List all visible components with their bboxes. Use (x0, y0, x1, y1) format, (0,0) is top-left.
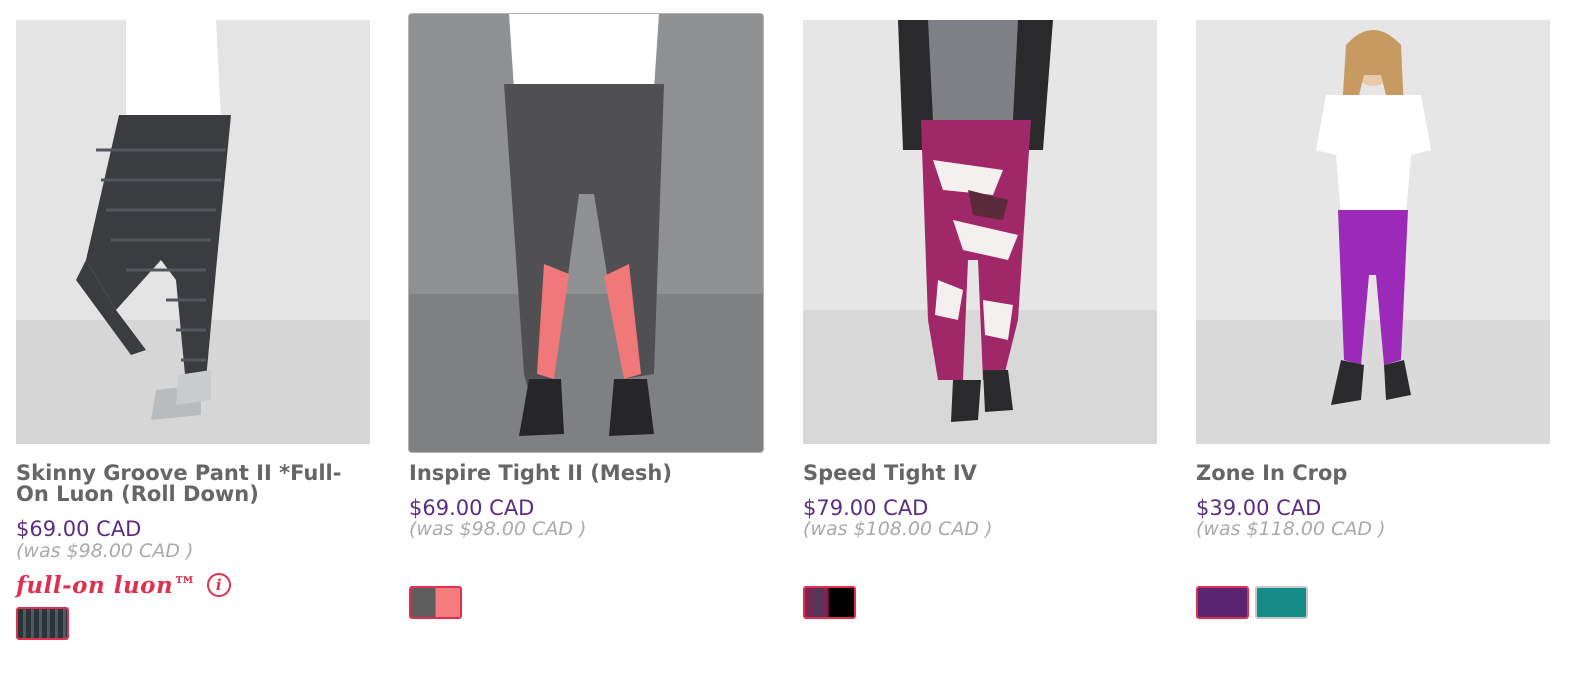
color-swatches (1196, 586, 1308, 619)
product-card: Speed Tight IV $79.00 CAD (was $108.00 C… (803, 0, 1157, 676)
color-swatches (803, 586, 856, 619)
fabric-label: full-on luon™ (16, 571, 197, 599)
color-swatches (409, 586, 462, 619)
purple-swatch[interactable] (1196, 586, 1249, 619)
heathered-grey-coral-swatch[interactable] (409, 586, 462, 619)
sale-price: $79.00 CAD (803, 496, 929, 520)
original-price: (was $108.00 CAD ) (803, 518, 993, 540)
fabric-tag: full-on luon™ i (16, 569, 231, 601)
color-swatches (16, 607, 69, 640)
product-name[interactable]: Inspire Tight II (Mesh) (409, 463, 763, 484)
info-icon[interactable]: i (206, 573, 231, 597)
product-image[interactable] (409, 14, 763, 452)
product-grid: Skinny Groove Pant II *Full-On Luon (Rol… (0, 0, 1594, 676)
sale-price: $39.00 CAD (1196, 496, 1322, 520)
original-price: (was $98.00 CAD ) (409, 518, 587, 540)
product-image[interactable] (803, 20, 1157, 444)
product-card: Zone In Crop $39.00 CAD (was $118.00 CAD… (1196, 0, 1550, 676)
product-card: Skinny Groove Pant II *Full-On Luon (Rol… (16, 0, 370, 676)
original-price: (was $118.00 CAD ) (1196, 518, 1386, 540)
sale-price: $69.00 CAD (409, 496, 535, 520)
product-name[interactable]: Speed Tight IV (803, 463, 1157, 484)
product-image[interactable] (16, 20, 370, 444)
teal-swatch[interactable] (1255, 586, 1308, 619)
product-card: Inspire Tight II (Mesh) $69.00 CAD (was … (409, 0, 763, 676)
print-black-swatch[interactable] (803, 586, 856, 619)
product-name[interactable]: Zone In Crop (1196, 463, 1550, 484)
product-image[interactable] (1196, 20, 1550, 444)
original-price: (was $98.00 CAD ) (16, 540, 194, 562)
product-name[interactable]: Skinny Groove Pant II *Full-On Luon (Rol… (16, 463, 370, 505)
dark-stripe-swatch[interactable] (16, 607, 69, 640)
sale-price: $69.00 CAD (16, 517, 142, 541)
